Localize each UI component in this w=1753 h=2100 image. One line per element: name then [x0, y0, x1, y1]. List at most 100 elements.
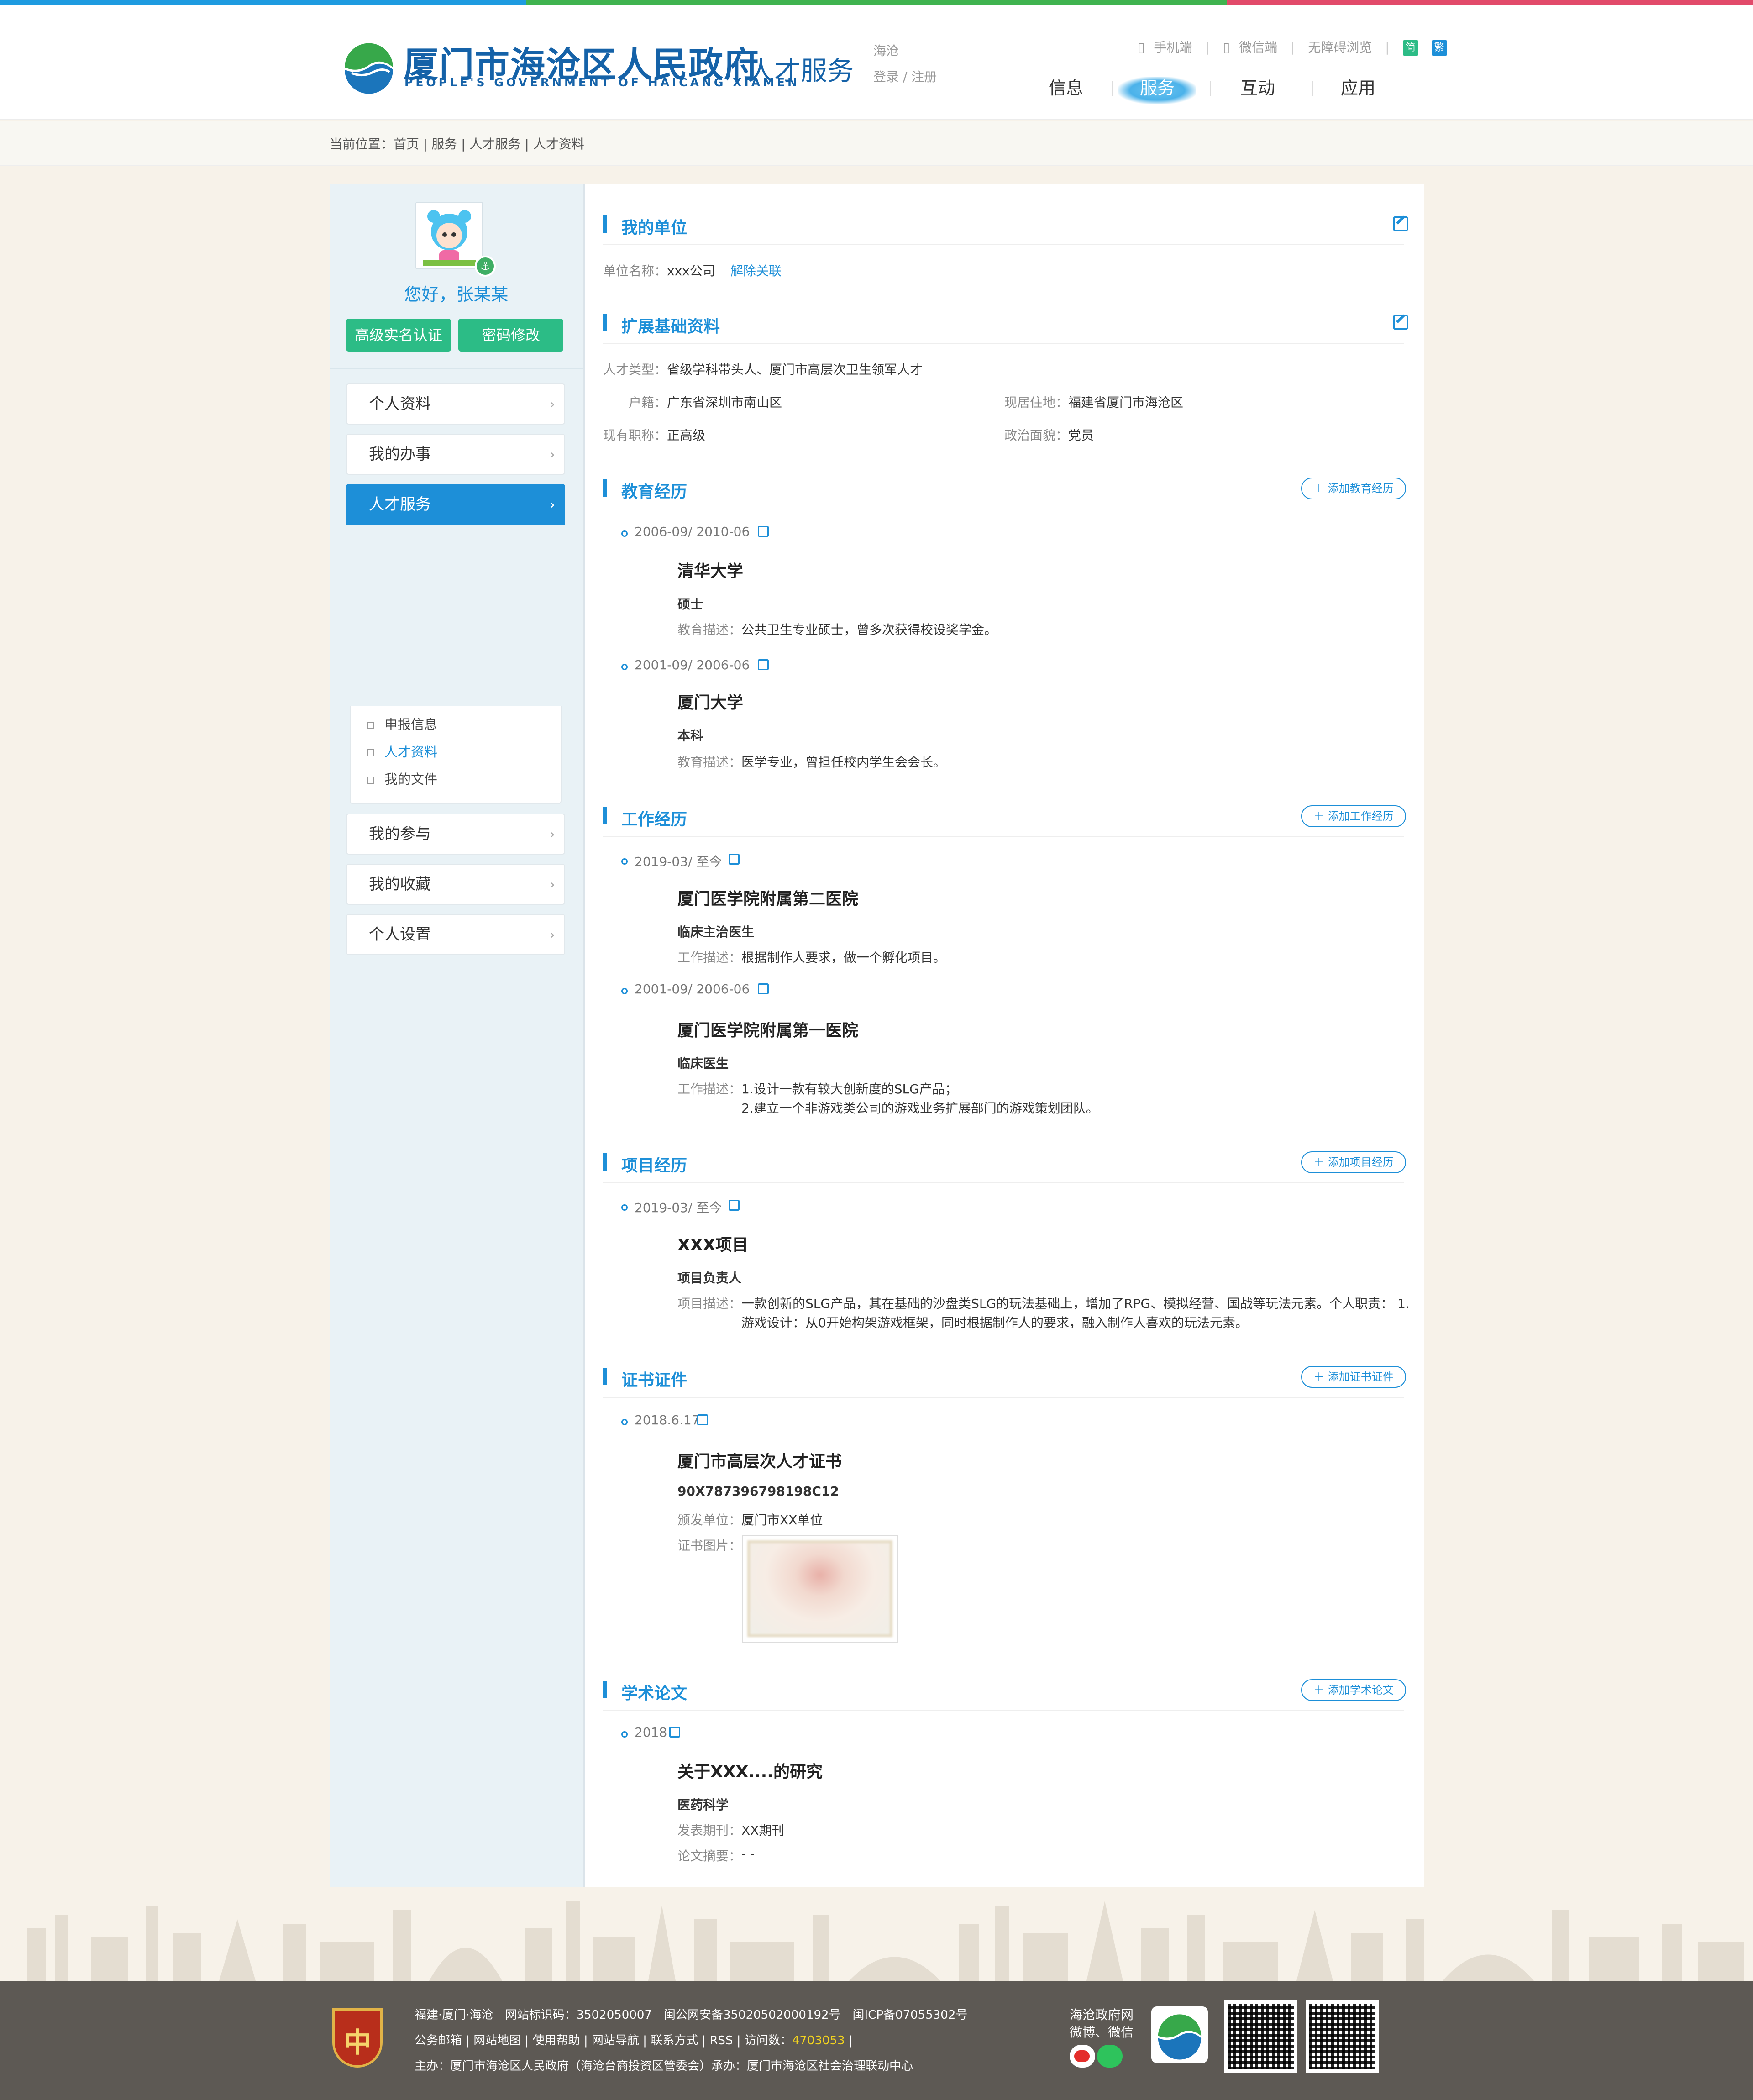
- journal-value: XX期刊: [741, 1823, 785, 1838]
- org-name: 厦门医学院附属第二医院: [677, 890, 859, 908]
- edit-icon[interactable]: [669, 1727, 680, 1738]
- login-register-link[interactable]: 登录 / 注册: [873, 67, 937, 85]
- add-paper-button[interactable]: ＋ 添加学术论文: [1301, 1679, 1406, 1701]
- sidebar-item-talent[interactable]: 人才服务 ›: [346, 484, 565, 525]
- submenu-talent-profile[interactable]: 人才资料: [367, 741, 437, 761]
- talent-type-label: 人才类型：: [603, 362, 667, 377]
- residence-label: 现居住地：: [1004, 395, 1069, 410]
- section-title-project: 项目经历: [621, 1156, 688, 1175]
- sidebar-item-label: 我的参与: [369, 825, 431, 843]
- edit-icon[interactable]: [729, 1200, 740, 1211]
- section-marker: [603, 1681, 607, 1698]
- avatar[interactable]: [415, 202, 483, 269]
- edit-icon[interactable]: [1393, 315, 1408, 330]
- breadcrumb-text[interactable]: 当前位置：首页 | 服务 | 人才服务 | 人才资料: [330, 134, 584, 152]
- nav-divider: [1210, 81, 1211, 96]
- talent-submenu: 申报信息 人才资料 我的文件: [350, 706, 562, 804]
- chevron-right-icon: ›: [549, 876, 555, 893]
- square-bullet-icon: [367, 749, 374, 756]
- haicang-logo-icon[interactable]: [340, 37, 398, 95]
- chevron-right-icon: ›: [549, 395, 555, 413]
- traditional-chinese-button[interactable]: 繁: [1431, 40, 1447, 56]
- add-work-button[interactable]: ＋ 添加工作经历: [1301, 805, 1406, 827]
- school-name: 清华大学: [677, 562, 744, 581]
- location-label[interactable]: 海沧: [873, 41, 899, 59]
- main-nav: 信息 服务 互动 应用: [1027, 73, 1388, 105]
- project-name: XXX项目: [677, 1236, 749, 1255]
- add-education-button[interactable]: ＋ 添加教育经历: [1301, 478, 1406, 499]
- edit-icon[interactable]: [758, 659, 769, 670]
- school-name: 厦门大学: [677, 693, 744, 712]
- edit-icon[interactable]: [758, 526, 769, 537]
- certificate-name: 厦门市高层次人才证书: [677, 1452, 842, 1471]
- unit-name-value: xxx公司: [667, 263, 715, 278]
- wechat-link[interactable]: 微信端: [1239, 40, 1277, 55]
- education-date: 2001-09/ 2006-06: [635, 657, 750, 672]
- work-desc-label: 工作描述：: [677, 950, 742, 965]
- wechat-icon[interactable]: [1097, 2045, 1123, 2068]
- huji-label: 户籍：: [629, 395, 667, 410]
- section-marker: [603, 1368, 607, 1385]
- sidebar-item-participation[interactable]: 我的参与 ›: [346, 814, 565, 855]
- job-role: 临床医生: [677, 1056, 729, 1071]
- section-marker: [603, 1153, 607, 1171]
- mobile-icon: ▯: [1138, 40, 1145, 55]
- app-logo-icon[interactable]: [1151, 2006, 1208, 2063]
- work-desc-line-2: 2.建立一个非游戏类公司的游戏业务扩展部门的游戏策划团队。: [741, 1101, 1099, 1116]
- section-title-paper: 学术论文: [621, 1684, 688, 1703]
- certificate-number: 90X787396798198C12: [677, 1484, 839, 1499]
- chevron-right-icon: ›: [549, 496, 555, 513]
- chevron-right-icon: ›: [549, 825, 555, 843]
- edit-icon[interactable]: [758, 983, 769, 994]
- sidebar-item-settings[interactable]: 个人设置 ›: [346, 914, 565, 955]
- degree: 硕士: [677, 597, 703, 612]
- edit-icon[interactable]: [729, 854, 740, 865]
- add-certificate-button[interactable]: ＋ 添加证书证件: [1301, 1366, 1406, 1388]
- section-divider: [603, 343, 1404, 344]
- weibo-icon[interactable]: [1070, 2045, 1095, 2068]
- degree: 本科: [677, 728, 703, 743]
- nav-info[interactable]: 信息: [1027, 73, 1105, 105]
- mobile-link[interactable]: 手机端: [1154, 40, 1192, 55]
- chevron-right-icon: ›: [549, 446, 555, 463]
- nav-interact[interactable]: 互动: [1219, 73, 1296, 105]
- abstract-value: - -: [741, 1846, 755, 1861]
- top-links: ▯ 手机端 | ▯ 微信端 | 无障碍浏览 | 简 繁: [1133, 37, 1452, 56]
- work-date: 2019-03/ 至今: [635, 854, 722, 869]
- certificate-image[interactable]: [742, 1535, 898, 1643]
- sidebar-item-favorites[interactable]: 我的收藏 ›: [346, 864, 565, 905]
- timeline-dot: [621, 988, 628, 994]
- add-project-button[interactable]: ＋ 添加项目经历: [1301, 1151, 1406, 1173]
- submenu-my-files[interactable]: 我的文件: [367, 769, 437, 788]
- section-divider: [603, 836, 1404, 837]
- main-content: 我的单位 单位名称： xxx公司 解除关联 扩展基础资料 人才类型： 省级学科带…: [583, 184, 1424, 1887]
- site-footer: 中 福建·厦门·海沧 网站标识码：3502050007 闽公网安备3502050…: [0, 1981, 1753, 2100]
- footer-line-2[interactable]: 公务邮箱 | 网站地图 | 使用帮助 | 网站导航 | 联系方式 | RSS |…: [415, 2031, 853, 2048]
- visit-count: 4703053: [792, 2034, 845, 2047]
- party-gov-badge-icon[interactable]: 中: [332, 2008, 383, 2068]
- sidebar-item-profile[interactable]: 个人资料 ›: [346, 383, 565, 425]
- huji-value: 广东省深圳市南山区: [667, 395, 782, 410]
- simplified-chinese-button[interactable]: 简: [1402, 40, 1418, 56]
- education-desc: 公共卫生专业硕士，曾多次获得校设奖学金。: [741, 622, 997, 637]
- accessibility-link[interactable]: 无障碍浏览: [1308, 40, 1372, 55]
- section-divider: [603, 1710, 1404, 1711]
- job-role: 临床主治医生: [677, 924, 755, 940]
- project-desc-label: 项目描述：: [677, 1296, 742, 1311]
- submenu-declaration[interactable]: 申报信息: [367, 714, 437, 733]
- edit-icon[interactable]: [1393, 216, 1408, 231]
- nav-apps[interactable]: 应用: [1319, 73, 1397, 105]
- edit-icon[interactable]: [697, 1414, 708, 1425]
- timeline-dot: [621, 1731, 628, 1738]
- nav-service[interactable]: 服务: [1118, 73, 1196, 105]
- job-title-value: 正高级: [667, 428, 706, 443]
- unlink-button[interactable]: 解除关联: [730, 261, 782, 279]
- sidebar-item-affairs[interactable]: 我的办事 ›: [346, 434, 565, 475]
- abstract-label: 论文摘要：: [677, 1848, 742, 1864]
- verify-button[interactable]: 高级实名认证: [346, 319, 451, 352]
- chevron-right-icon: ›: [549, 926, 555, 943]
- political-label: 政治面貌：: [1004, 428, 1069, 443]
- password-button[interactable]: 密码修改: [458, 319, 563, 352]
- city-skyline-illustration: [0, 1887, 1753, 1981]
- section-marker: [603, 215, 607, 233]
